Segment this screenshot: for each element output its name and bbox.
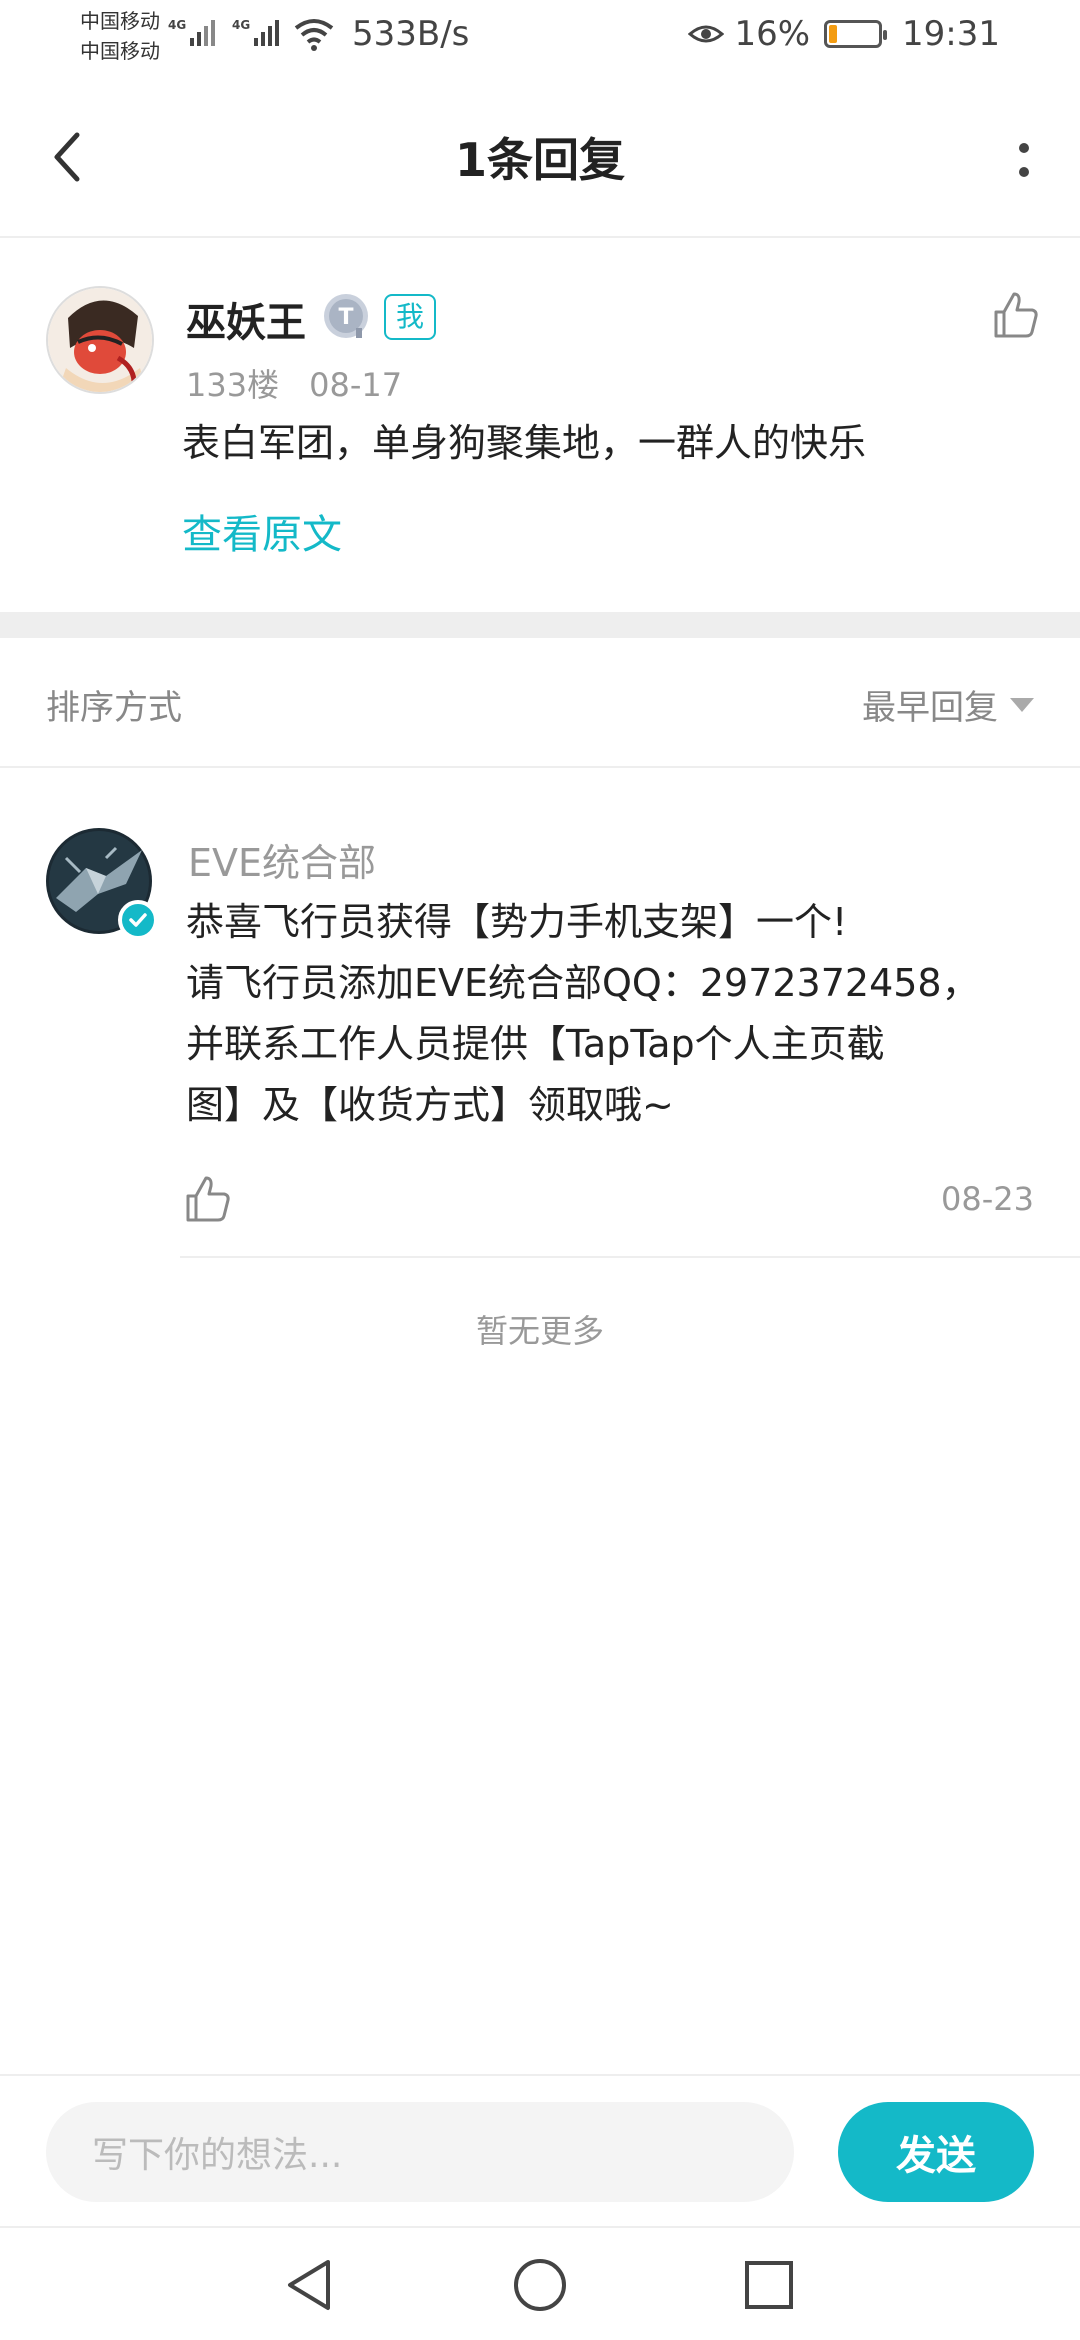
comment-input[interactable]: 写下你的想法... [46,2102,794,2202]
verified-badge-icon [118,900,158,940]
clock: 19:31 [902,14,1000,54]
author-avatar[interactable] [46,286,154,394]
sort-label: 排序方式 [46,688,182,728]
thumbs-up-icon[interactable] [180,1172,234,1226]
network-speed: 533B/s [352,14,470,54]
triangle-back-icon [288,2260,330,2310]
sort-dropdown[interactable]: 最早回复 [862,680,1034,729]
page-title: 1条回复 [454,133,625,187]
sort-row: 排序方式 最早回复 [0,638,1080,768]
comment-text: 表白军团，单身狗聚集地，一群人的快乐 [182,421,867,465]
comment-date: 08-17 [309,366,403,404]
system-nav-bar [0,2226,1080,2340]
send-button[interactable]: 发送 [838,2102,1034,2202]
battery-percent: 16% [734,14,811,54]
eye-icon [688,25,725,43]
circle-home-icon [514,2259,566,2311]
reply-item: EVE统合部 恭喜飞行员获得【势力手机支架】一个! 请飞行员添加EVE统合部QQ… [0,770,1080,1258]
status-bar: 中国移动 中国移动 4G 4G 533B/s 16% 19:31 [0,0,1080,80]
sort-selected: 最早回复 [862,688,998,728]
level-badge-icon: T [324,294,368,338]
cellular-signal-icon-2: 4G [232,18,279,46]
me-badge: 我 [384,294,437,340]
carrier-2: 中国移动 [80,39,160,63]
reply-text-line: 图】及【收货方式】领取哦~ [186,1083,674,1127]
battery-fill [829,25,838,43]
no-more-text: 暂无更多 [475,1312,604,1350]
carrier-labels: 中国移动 中国移动 [80,6,160,66]
author-name[interactable]: 巫妖王 [186,290,306,348]
level-badge-letter: T [338,305,353,330]
thumbs-up-icon[interactable] [988,288,1042,342]
more-options-button[interactable] [1004,128,1044,192]
square-recents-icon [745,2261,793,2309]
more-vertical-icon [1019,143,1029,177]
reply-text-line: 请飞行员添加EVE统合部QQ：2972372458， [186,961,980,1005]
caret-down-icon [1010,697,1034,712]
battery-icon [824,20,888,48]
reply-divider [180,1256,1080,1258]
avatar-image [48,288,152,392]
nav-recents-button[interactable] [734,2250,804,2320]
composer-bar: 写下你的想法... 发送 [0,2074,1080,2226]
reply-text-line: 恭喜飞行员获得【势力手机支架】一个! [186,900,848,944]
top-app-bar: 1条回复 [0,80,1080,238]
reply-text: 恭喜飞行员获得【势力手机支架】一个! 请飞行员添加EVE统合部QQ：297237… [186,892,1046,1136]
wifi-icon [294,19,334,51]
status-right: 16% 19:31 [688,14,1000,54]
section-divider [0,612,1080,638]
cellular-signal-icon: 4G [168,18,215,46]
original-comment: 巫妖王 T 我 133楼 08-17 表白军团，单身狗聚集地，一群人的快乐 查看原… [0,240,1080,612]
view-original-link[interactable]: 查看原文 [182,502,342,560]
comment-meta: 133楼 08-17 [186,360,402,406]
reply-text-line: 并联系工作人员提供【TapTap个人主页截 [186,1022,885,1066]
reply-author-name[interactable]: EVE统合部 [188,832,376,887]
nav-home-button[interactable] [505,2250,575,2320]
carrier-1: 中国移动 [80,9,160,33]
reply-avatar-wrap[interactable] [46,828,158,940]
reply-date: 08-23 [941,1180,1034,1218]
nav-back-button[interactable] [274,2250,344,2320]
floor-number: 133楼 [186,366,280,404]
network-type-1: 4G [168,18,186,32]
network-type-2: 4G [232,18,250,32]
